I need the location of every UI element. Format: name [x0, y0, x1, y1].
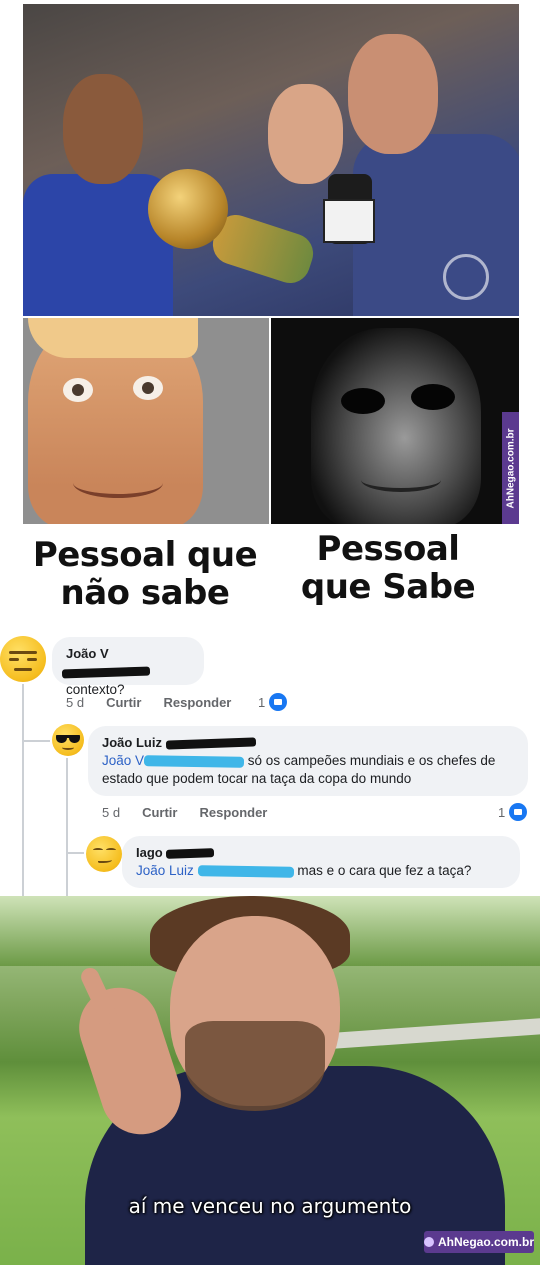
redaction-scribble	[165, 737, 256, 750]
comment-author[interactable]: João Luiz	[102, 734, 256, 752]
comment-actions: 5 d Curtir Responder	[66, 695, 253, 710]
reaction-count[interactable]: 1	[498, 803, 528, 821]
comment-actions: 5 d Curtir Responder	[102, 805, 289, 820]
redaction-scribble	[197, 865, 294, 878]
mention-tag[interactable]: João Luiz	[136, 863, 294, 878]
logo-icon	[424, 1237, 434, 1247]
microphone-logo-cube	[323, 199, 375, 243]
cartoon-head	[311, 328, 481, 524]
trophy-interview-photo	[23, 4, 519, 316]
thread-line	[22, 740, 50, 742]
reply-link[interactable]: Responder	[163, 695, 231, 710]
comment-bubble: João Luiz João V só os campeões mundiais…	[88, 726, 528, 796]
like-count: 1	[498, 804, 506, 820]
cartoon-eye	[411, 384, 455, 410]
expressionless-face-avatar[interactable]	[0, 636, 46, 682]
watermark-badge: AhNegao.com.br	[424, 1231, 534, 1253]
tv-logo	[443, 254, 489, 300]
cartoon-eye	[341, 388, 385, 414]
sunglasses-face-avatar[interactable]	[52, 724, 84, 756]
uncanny-face-panel	[271, 318, 519, 524]
reporter-face	[348, 34, 438, 154]
comment-text: mas e o cara que fez a taça?	[297, 863, 472, 878]
reporter-jacket	[353, 134, 519, 316]
thumbs-up-icon	[269, 693, 288, 711]
comment-time[interactable]: 5 d	[102, 805, 120, 820]
cartoon-eye	[133, 376, 163, 400]
world-cup-trophy	[148, 169, 228, 249]
comment-bubble: Iago João Luiz mas e o cara que fez a ta…	[122, 836, 520, 888]
like-link[interactable]: Curtir	[142, 805, 177, 820]
thread-line	[22, 684, 24, 896]
cartoon-eye	[63, 378, 93, 402]
happy-face-panel	[23, 318, 269, 524]
cartoon-hair	[28, 318, 198, 358]
comment-author[interactable]: João V	[61, 645, 190, 681]
comment-time[interactable]: 5 d	[66, 695, 84, 710]
mention-tag[interactable]: João V	[102, 753, 245, 768]
reaction-count[interactable]: 1	[258, 693, 288, 711]
thread-line	[66, 758, 68, 896]
thumbs-up-icon	[509, 803, 528, 821]
redaction-scribble	[143, 755, 245, 768]
smirking-face-avatar[interactable]	[86, 836, 122, 872]
player-face	[268, 84, 343, 184]
caption-left: Pessoal que não sabe	[32, 535, 258, 613]
cartoon-smile	[73, 468, 163, 498]
comment-bubble: João V contexto?	[52, 637, 204, 697]
like-count: 1	[258, 694, 266, 710]
like-link[interactable]: Curtir	[106, 695, 141, 710]
man-beard	[185, 1021, 325, 1111]
redaction-scribble	[166, 848, 215, 859]
watermark-text: AhNegao.com.br	[437, 1235, 534, 1249]
watermark-text: AhNegao.com.br	[505, 427, 517, 509]
caption-right: Pessoal que Sabe	[300, 529, 476, 607]
meme-subtitle: aí me venceu no argumento	[128, 1194, 412, 1218]
watermark-vertical: AhNegao.com.br	[502, 412, 519, 524]
redaction-scribble	[61, 666, 151, 679]
reply-link[interactable]: Responder	[199, 805, 267, 820]
thread-line	[66, 852, 84, 854]
comment-author[interactable]: Iago	[136, 844, 215, 862]
cartoon-smile	[361, 468, 441, 492]
player-face	[63, 74, 143, 184]
